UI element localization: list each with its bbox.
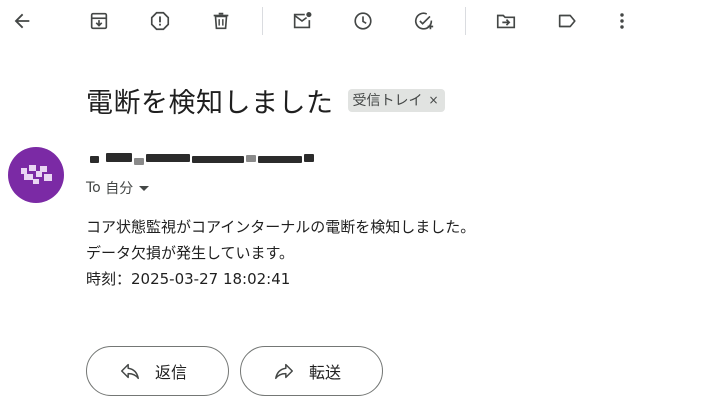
- redaction-block: [304, 154, 314, 162]
- forward-button[interactable]: 転送: [240, 346, 383, 396]
- inbox-label-chip[interactable]: 受信トレイ ×: [347, 88, 445, 112]
- redaction-block: [246, 155, 256, 162]
- report-spam-icon[interactable]: [145, 6, 175, 36]
- body-line: 時刻：2025-03-27 18:02:41: [86, 270, 291, 288]
- forward-icon: [275, 363, 293, 380]
- avatar-pixel: [33, 179, 39, 184]
- mark-unread-icon[interactable]: [287, 6, 317, 36]
- move-to-icon[interactable]: [491, 6, 521, 36]
- body-line: データ欠損が発生しています。: [86, 244, 295, 262]
- label-chip-text: 受信トレイ: [352, 93, 423, 109]
- recipient-name: 自分: [105, 181, 134, 197]
- body-line: コア状態監視がコアインターナルの電断を検知しました。: [86, 218, 476, 236]
- subject-row: 電断を検知しました 受信トレイ ×: [86, 82, 445, 119]
- label-icon[interactable]: [552, 6, 582, 36]
- redaction-block: [90, 156, 99, 163]
- delete-icon[interactable]: [206, 6, 236, 36]
- avatar[interactable]: [8, 147, 64, 203]
- archive-icon[interactable]: [84, 6, 114, 36]
- close-icon[interactable]: ×: [429, 93, 439, 107]
- back-arrow-icon[interactable]: [7, 6, 37, 36]
- snooze-icon[interactable]: [348, 6, 378, 36]
- add-to-tasks-icon[interactable]: [409, 6, 439, 36]
- avatar-pixel: [44, 174, 52, 181]
- redaction-block: [192, 156, 244, 163]
- more-vert-icon[interactable]: [607, 6, 637, 36]
- toolbar-divider: [465, 7, 466, 35]
- toolbar: [0, 0, 712, 44]
- email-body: コア状態監視がコアインターナルの電断を検知しました。 データ欠損が発生しています…: [86, 214, 475, 292]
- avatar-pixel: [40, 166, 47, 172]
- toolbar-divider: [262, 7, 263, 35]
- email-subject: 電断を検知しました: [86, 87, 334, 119]
- reply-button[interactable]: 返信: [86, 346, 229, 396]
- reply-label: 返信: [155, 363, 188, 382]
- sender-name-obscured[interactable]: [86, 150, 316, 168]
- avatar-pixel: [24, 174, 33, 180]
- redaction-block: [146, 154, 190, 162]
- redaction-block: [258, 156, 302, 163]
- redaction-block: [134, 158, 144, 165]
- chevron-down-icon[interactable]: [139, 185, 150, 191]
- recipient-prefix: To: [86, 180, 101, 196]
- avatar-pixel: [29, 165, 36, 171]
- reply-icon: [121, 363, 139, 380]
- recipient-line[interactable]: To 自分: [86, 178, 150, 198]
- forward-label: 転送: [309, 363, 342, 382]
- redaction-block: [106, 153, 132, 162]
